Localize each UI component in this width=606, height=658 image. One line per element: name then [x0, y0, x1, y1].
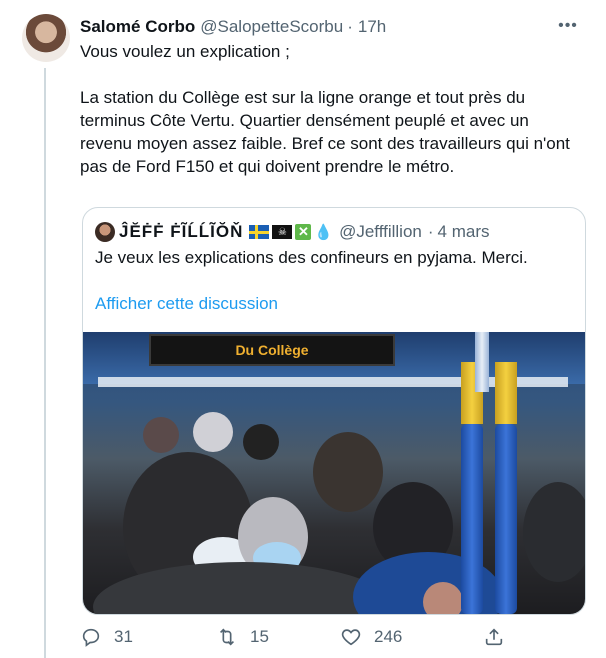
show-thread-link[interactable]: Afficher cette discussion: [95, 294, 278, 314]
quoted-avatar: [95, 222, 115, 242]
tweet-text: Vous voulez un explication ; La station …: [80, 40, 580, 178]
pirate-flag-icon: ☠: [272, 225, 293, 239]
train-destination-sign: Du Collège: [149, 334, 395, 366]
more-horizontal-icon[interactable]: •••: [556, 15, 580, 37]
quoted-photo[interactable]: Du Collège: [83, 332, 585, 614]
tweet-text-paragraph: La station du Collège est sur la ligne o…: [80, 88, 570, 176]
tweet-header: Salomé Corbo @SalopetteScorbu · 17h •••: [80, 16, 586, 38]
retweet-icon: [219, 628, 235, 646]
author-name[interactable]: Salomé Corbo: [80, 17, 195, 37]
quoted-timestamp: 4 mars: [437, 222, 490, 241]
heart-icon: [341, 629, 361, 646]
avatar[interactable]: [22, 14, 70, 62]
blue-pole: [461, 424, 483, 614]
separator: ·: [347, 17, 353, 36]
thread-line: [44, 68, 46, 658]
author-handle[interactable]: @SalopetteScorbu: [200, 17, 343, 37]
reply-button[interactable]: 31: [80, 626, 133, 648]
retweet-button[interactable]: 15: [216, 626, 269, 648]
quoted-separator: ·: [427, 222, 434, 241]
quoted-header: ĴĔḞḞ ḞĨĹĹĨŎŇ ☠ ✕ 💧 @Jefffillion · 4 mars: [95, 220, 490, 244]
passenger-head: [523, 482, 585, 582]
quoted-author-name: ĴĔḞḞ ḞĨĹĹĨŎŇ: [119, 222, 244, 241]
tweet-text-line1: Vous voulez un explication ;: [80, 42, 290, 61]
droplet-icon: 💧: [314, 224, 334, 241]
retweet-count: 15: [250, 627, 269, 646]
yellow-pole: [495, 362, 517, 424]
passenger-head: [243, 424, 279, 460]
share-button[interactable]: [483, 626, 517, 648]
grab-pole: [475, 332, 489, 392]
timestamp[interactable]: 17h: [358, 17, 386, 37]
passenger-head: [313, 432, 383, 512]
passenger-head: [143, 417, 179, 453]
quoted-text: Je veux les explications des confineurs …: [95, 248, 528, 267]
passenger-head: [193, 412, 233, 452]
quoted-name-emojis: ☠ ✕ 💧: [249, 223, 333, 241]
tweet-actions: 31 15 246: [80, 624, 510, 650]
share-icon: [485, 628, 503, 646]
reply-count: 31: [114, 627, 133, 646]
sweden-flag-icon: [249, 225, 270, 239]
like-button[interactable]: 246: [340, 626, 402, 648]
passenger-head: [423, 582, 463, 614]
quoted-tweet[interactable]: ĴĔḞḞ ḞĨĹĹĨŎŇ ☠ ✕ 💧 @Jefffillion · 4 mars…: [82, 207, 586, 615]
blue-pole: [495, 424, 517, 614]
like-count: 246: [374, 627, 403, 646]
cross-mark-button-icon: ✕: [295, 224, 312, 240]
quoted-author-handle: @Jefffillion: [339, 222, 422, 241]
reply-icon: [82, 628, 100, 647]
